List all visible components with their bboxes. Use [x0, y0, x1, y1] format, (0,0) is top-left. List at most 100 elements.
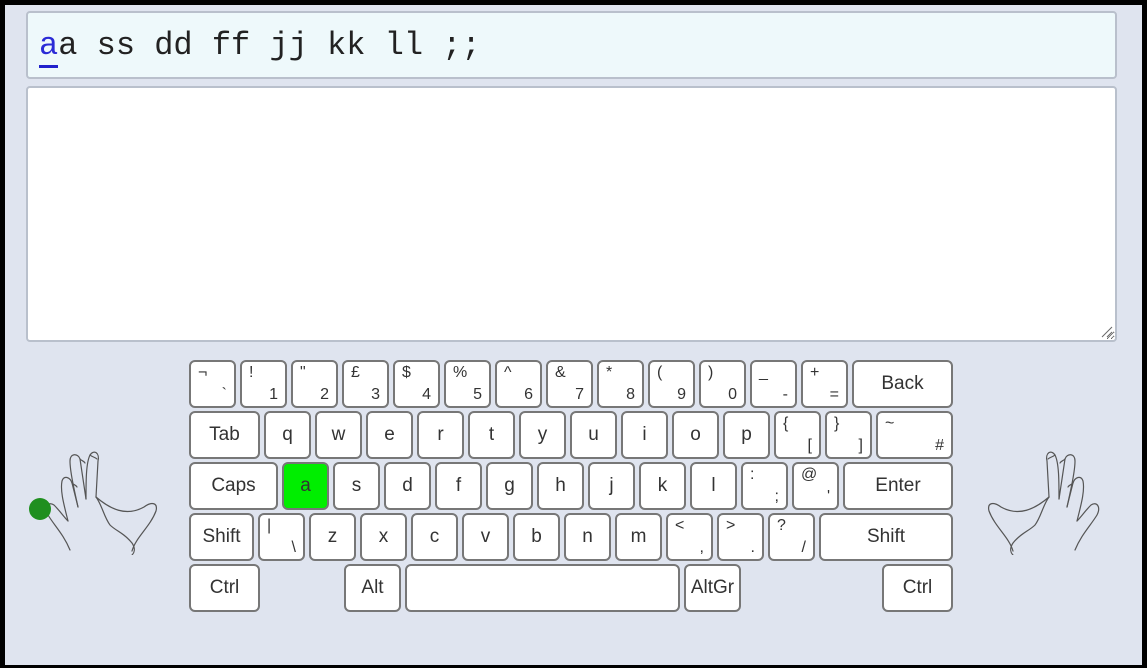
key-base-symbol: 7 — [575, 386, 584, 403]
key-s[interactable]: s — [333, 462, 380, 510]
caps-lock-key[interactable]: Caps — [189, 462, 278, 510]
key-3[interactable]: " 2 — [291, 360, 338, 408]
key-j[interactable]: j — [588, 462, 635, 510]
current-character: a — [39, 27, 59, 64]
key-a[interactable]: a — [282, 462, 329, 510]
enter-key[interactable]: Enter — [843, 462, 953, 510]
key-f[interactable]: f — [435, 462, 482, 510]
key-base-symbol: 3 — [371, 386, 380, 403]
key-shift-symbol: ~ — [885, 415, 895, 432]
key-shift-symbol: : — [750, 466, 755, 483]
typing-input[interactable] — [26, 86, 1117, 342]
key-semicolon[interactable]: :; — [741, 462, 788, 510]
left-hand-icon — [45, 451, 157, 555]
key-slash[interactable]: ? / — [768, 513, 815, 561]
key-bracket-left[interactable]: {[ — [774, 411, 821, 459]
key-apostrophe[interactable]: @ ' — [792, 462, 839, 510]
resize-grip-icon[interactable] — [1101, 326, 1113, 338]
key-8[interactable]: & 7 — [546, 360, 593, 408]
key-6[interactable]: % 5 — [444, 360, 491, 408]
key-n[interactable]: n — [564, 513, 611, 561]
key-base-symbol: [ — [807, 437, 812, 454]
key-base-symbol: # — [935, 437, 944, 454]
key-e[interactable]: e — [366, 411, 413, 459]
right-shift-key[interactable]: Shift — [819, 513, 953, 561]
key-shift-symbol: ) — [708, 364, 714, 381]
key-10[interactable]: (9 — [648, 360, 695, 408]
left-shift-key[interactable]: Shift — [189, 513, 254, 561]
key-base-symbol: 1 — [269, 386, 278, 403]
key-4[interactable]: £3 — [342, 360, 389, 408]
key-shift-symbol: " — [300, 364, 306, 381]
key-comma[interactable]: <, — [666, 513, 713, 561]
key-d[interactable]: d — [384, 462, 431, 510]
lesson-text: aa ss dd ff jj kk ll ;; — [39, 27, 481, 65]
key-k[interactable]: k — [639, 462, 686, 510]
key-base-symbol: = — [829, 386, 839, 403]
key-13[interactable]: + = — [801, 360, 848, 408]
key-base-symbol: ` — [221, 386, 227, 403]
key-p[interactable]: p — [723, 411, 770, 459]
key-11[interactable]: ) 0 — [699, 360, 746, 408]
key-shift-symbol: ^ — [504, 364, 512, 381]
key-base-symbol: . — [750, 539, 755, 556]
key-g[interactable]: g — [486, 462, 533, 510]
key-l[interactable]: l — [690, 462, 737, 510]
key-bracket-right[interactable]: }] — [825, 411, 872, 459]
key-hash[interactable]: ~ # — [876, 411, 953, 459]
key-base-symbol: 0 — [728, 386, 737, 403]
key-b[interactable]: b — [513, 513, 560, 561]
key-9[interactable]: * 8 — [597, 360, 644, 408]
key-period[interactable]: >. — [717, 513, 764, 561]
backspace-key[interactable]: Back — [852, 360, 953, 408]
key-shift-symbol: & — [555, 364, 566, 381]
key-5[interactable]: $4 — [393, 360, 440, 408]
key-base-symbol: ; — [774, 488, 779, 505]
key-shift-symbol: + — [810, 364, 820, 381]
key-shift-symbol: _ — [759, 364, 768, 381]
key-t[interactable]: t — [468, 411, 515, 459]
key-h[interactable]: h — [537, 462, 584, 510]
key-shift-symbol: ? — [777, 517, 786, 534]
key-v[interactable]: v — [462, 513, 509, 561]
space-bar[interactable] — [405, 564, 680, 612]
key-shift-symbol: * — [606, 364, 613, 381]
finger-indicator-dot — [29, 498, 51, 520]
key-i[interactable]: i — [621, 411, 668, 459]
key-u[interactable]: u — [570, 411, 617, 459]
key-1[interactable]: ¬ ` — [189, 360, 236, 408]
key-base-symbol: 8 — [626, 386, 635, 403]
key-backslash[interactable]: | \ — [258, 513, 305, 561]
key-c[interactable]: c — [411, 513, 458, 561]
right-ctrl-key[interactable]: Ctrl — [882, 564, 953, 612]
key-r[interactable]: r — [417, 411, 464, 459]
key-shift-symbol: ( — [657, 364, 663, 381]
key-shift-symbol: % — [453, 364, 468, 381]
key-x[interactable]: x — [360, 513, 407, 561]
key-o[interactable]: o — [672, 411, 719, 459]
key-shift-symbol: $ — [402, 364, 411, 381]
key-y[interactable]: y — [519, 411, 566, 459]
alt-key[interactable]: Alt — [344, 564, 401, 612]
key-shift-symbol: ¬ — [198, 364, 208, 381]
key-base-symbol: , — [699, 539, 704, 556]
key-base-symbol: / — [801, 539, 806, 556]
key-7[interactable]: ^ 6 — [495, 360, 542, 408]
key-base-symbol: ' — [826, 488, 830, 505]
key-w[interactable]: w — [315, 411, 362, 459]
key-12[interactable]: _ - — [750, 360, 797, 408]
key-m[interactable]: m — [615, 513, 662, 561]
key-shift-symbol: < — [675, 517, 685, 534]
lesson-text-bar: aa ss dd ff jj kk ll ;; — [26, 11, 1117, 79]
key-shift-symbol: } — [834, 415, 840, 432]
left-ctrl-key[interactable]: Ctrl — [189, 564, 260, 612]
key-base-symbol: \ — [291, 539, 296, 556]
key-base-symbol: ] — [858, 437, 863, 454]
key-base-symbol: - — [782, 386, 788, 403]
tab-key[interactable]: Tab — [189, 411, 260, 459]
key-2[interactable]: ! 1 — [240, 360, 287, 408]
key-q[interactable]: q — [264, 411, 311, 459]
key-base-symbol: 4 — [422, 386, 431, 403]
key-z[interactable]: z — [309, 513, 356, 561]
altgr-key[interactable]: AltGr — [684, 564, 741, 612]
